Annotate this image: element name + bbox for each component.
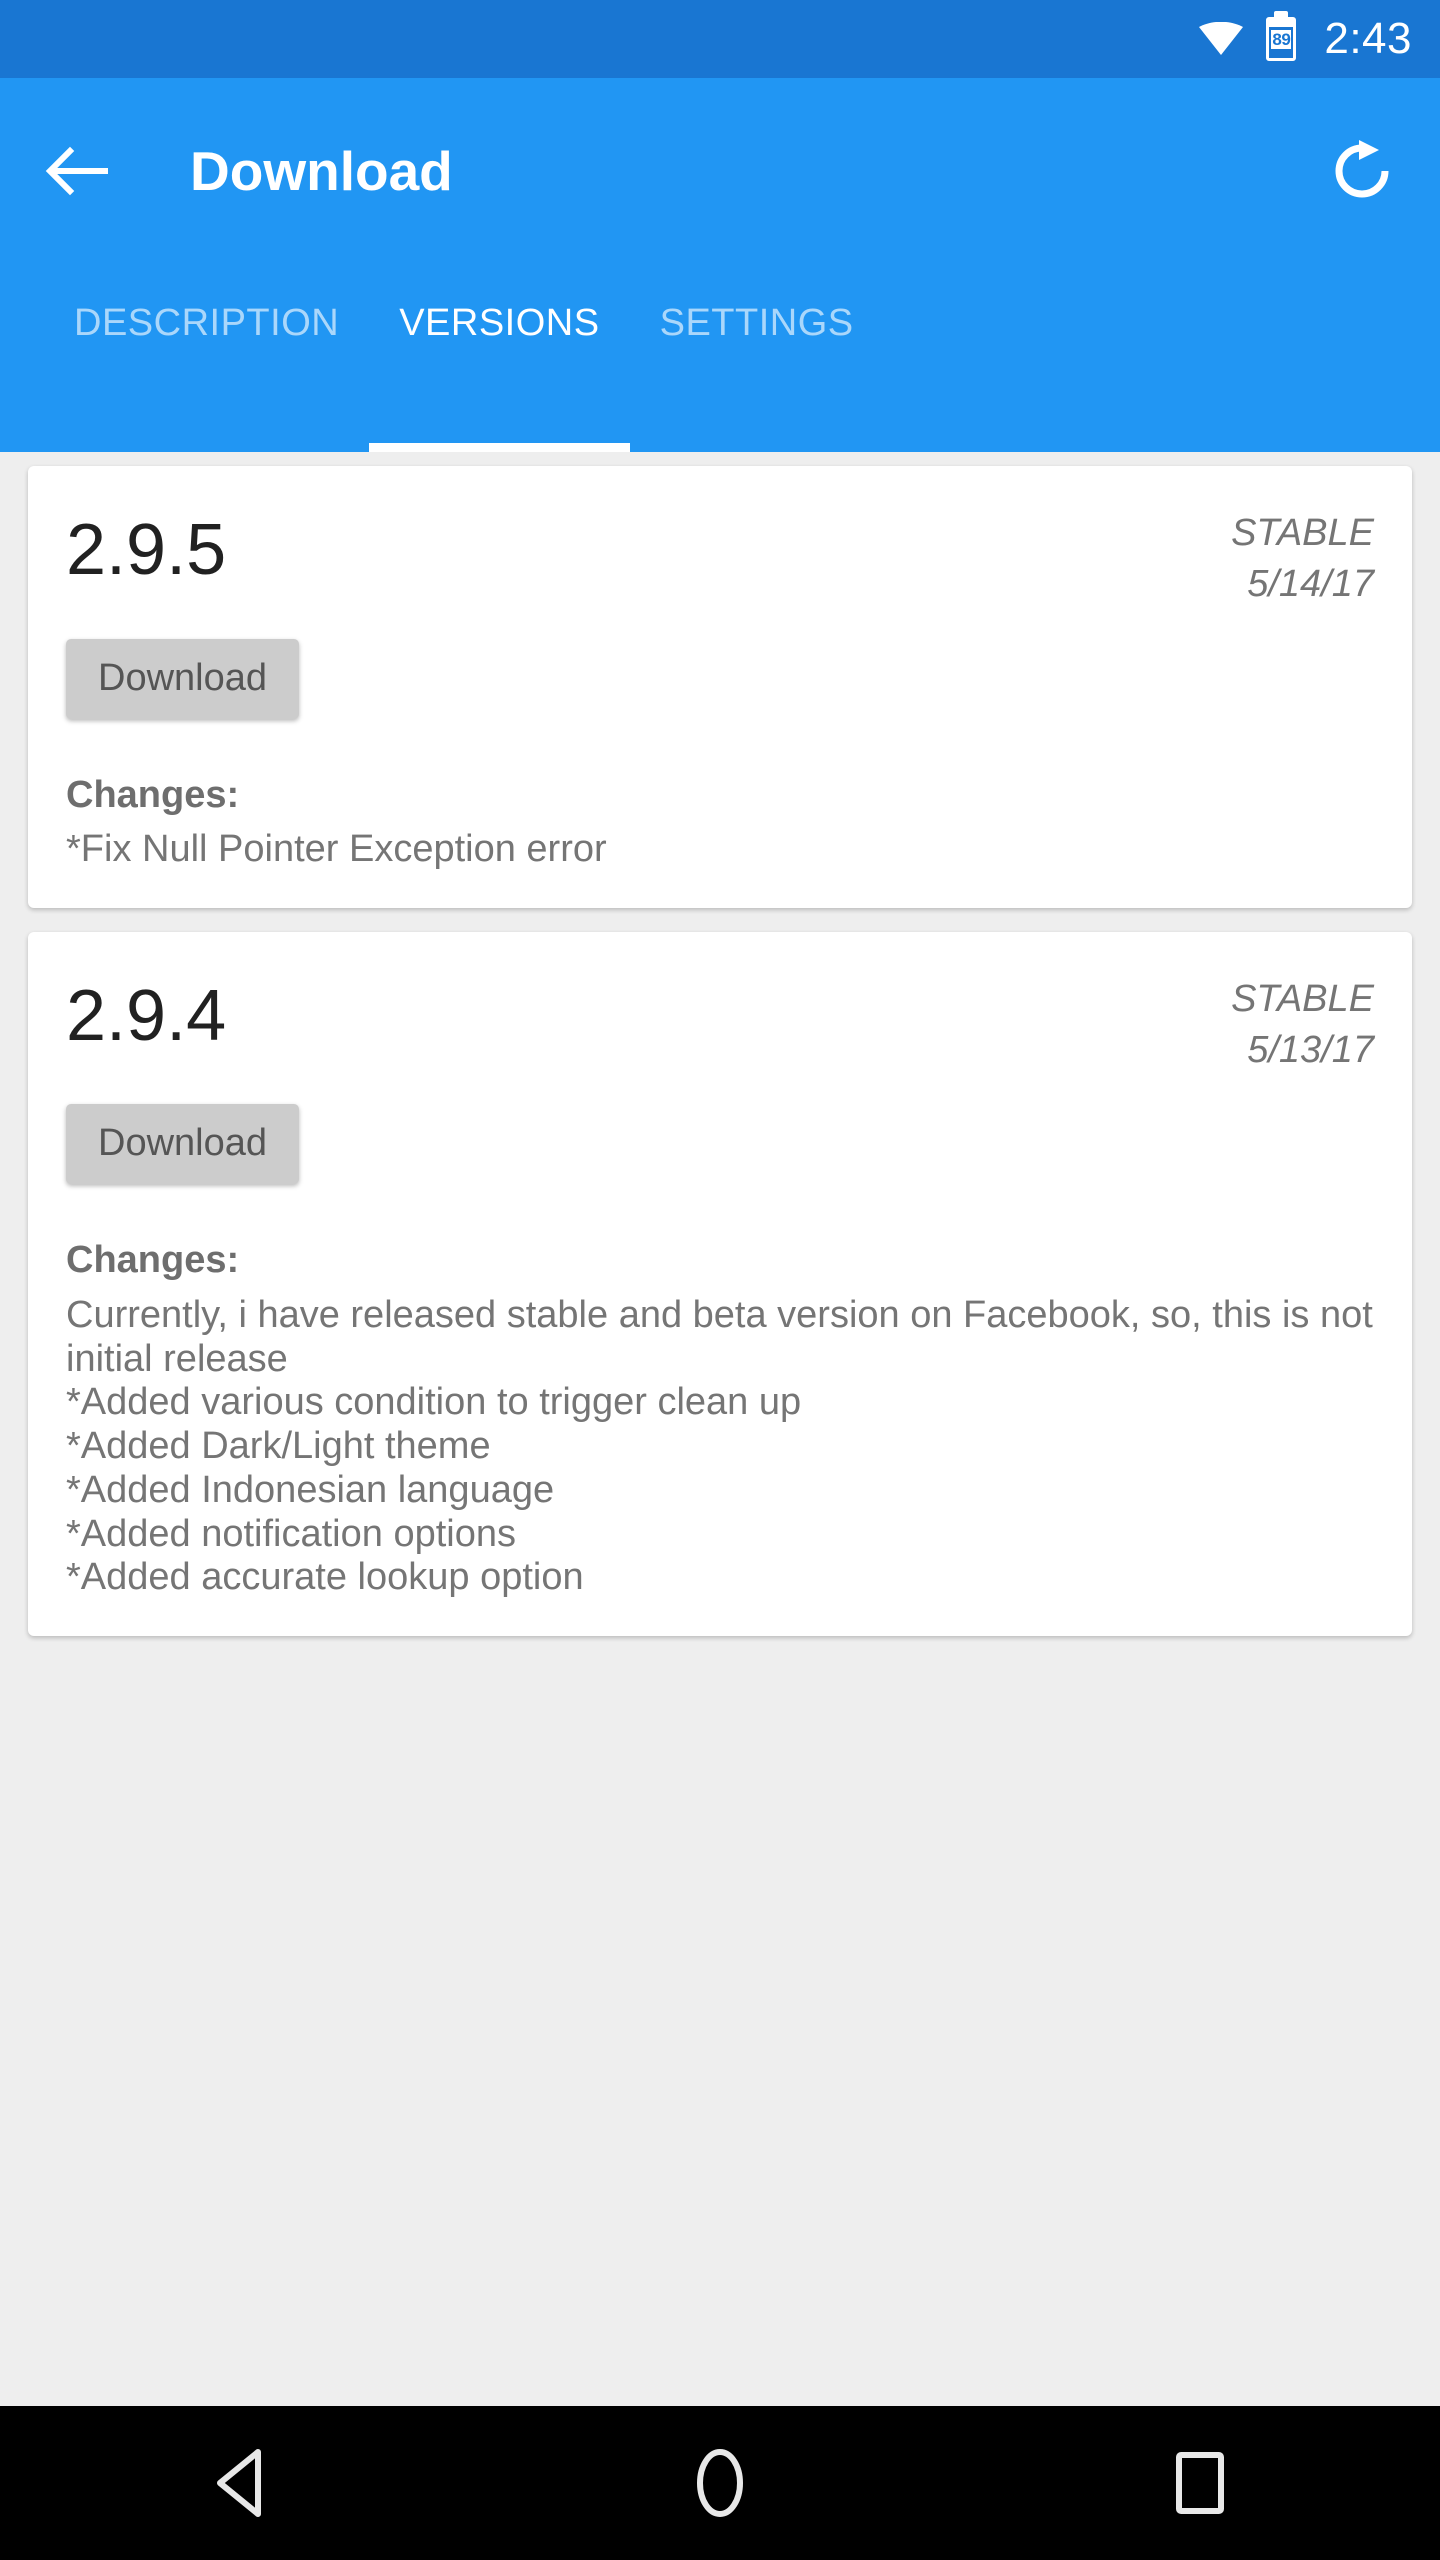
status-bar: 89 2:43 bbox=[0, 0, 1440, 78]
release-channel: STABLE bbox=[1231, 512, 1374, 554]
status-bar-clock: 2:43 bbox=[1324, 14, 1412, 63]
changes-label: Changes: bbox=[66, 773, 240, 816]
release-channel: STABLE bbox=[1231, 977, 1374, 1020]
changes-body: *Fix Null Pointer Exception error bbox=[66, 828, 607, 871]
wifi-icon bbox=[1198, 22, 1244, 56]
page-title: Download bbox=[190, 140, 453, 202]
version-card-header: 2.9.4 STABLE 5/13/17 bbox=[66, 970, 1374, 1077]
refresh-button[interactable] bbox=[1322, 131, 1402, 211]
release-date: 5/14/17 bbox=[1247, 563, 1374, 606]
battery-fill bbox=[1269, 20, 1294, 27]
square-recents-icon bbox=[1176, 2452, 1224, 2514]
versions-list: 2.9.5 STABLE 5/14/17 Download Changes: *… bbox=[0, 452, 1440, 1636]
version-card-header: 2.9.5 STABLE 5/14/17 bbox=[66, 504, 1374, 611]
app-bar: Download DESCRIPTION VERSIONS SETTINGS bbox=[0, 78, 1440, 452]
app-bar-top-row: Download bbox=[0, 78, 1440, 264]
nav-home-button[interactable] bbox=[650, 2428, 790, 2538]
battery-icon: 89 bbox=[1266, 17, 1297, 61]
nav-recents-button[interactable] bbox=[1130, 2428, 1270, 2538]
tab-description[interactable]: DESCRIPTION bbox=[44, 264, 369, 452]
battery-level-text: 89 bbox=[1271, 29, 1292, 49]
version-card: 2.9.5 STABLE 5/14/17 Download Changes: *… bbox=[28, 466, 1412, 908]
download-button[interactable]: Download bbox=[66, 1104, 299, 1185]
release-meta: STABLE 5/13/17 bbox=[1231, 970, 1374, 1077]
changes-label: Changes: bbox=[66, 1239, 240, 1282]
circle-home-icon bbox=[697, 2449, 743, 2517]
release-date: 5/13/17 bbox=[1247, 1029, 1374, 1072]
version-number: 2.9.5 bbox=[66, 510, 227, 590]
back-button[interactable] bbox=[38, 133, 114, 209]
download-button[interactable]: Download bbox=[66, 638, 299, 719]
version-card: 2.9.4 STABLE 5/13/17 Download Changes: C… bbox=[28, 931, 1412, 1636]
android-nav-bar bbox=[0, 2406, 1440, 2560]
changes-body: Currently, i have released stable and be… bbox=[66, 1294, 1373, 1599]
tab-bar: DESCRIPTION VERSIONS SETTINGS bbox=[0, 264, 1440, 452]
version-number: 2.9.4 bbox=[66, 975, 227, 1056]
status-bar-icons: 89 2:43 bbox=[1198, 14, 1412, 64]
release-meta: STABLE 5/14/17 bbox=[1231, 504, 1374, 611]
triangle-back-icon bbox=[217, 2449, 261, 2517]
tab-settings[interactable]: SETTINGS bbox=[630, 264, 884, 452]
tab-versions[interactable]: VERSIONS bbox=[369, 264, 630, 452]
nav-back-button[interactable] bbox=[170, 2428, 310, 2538]
